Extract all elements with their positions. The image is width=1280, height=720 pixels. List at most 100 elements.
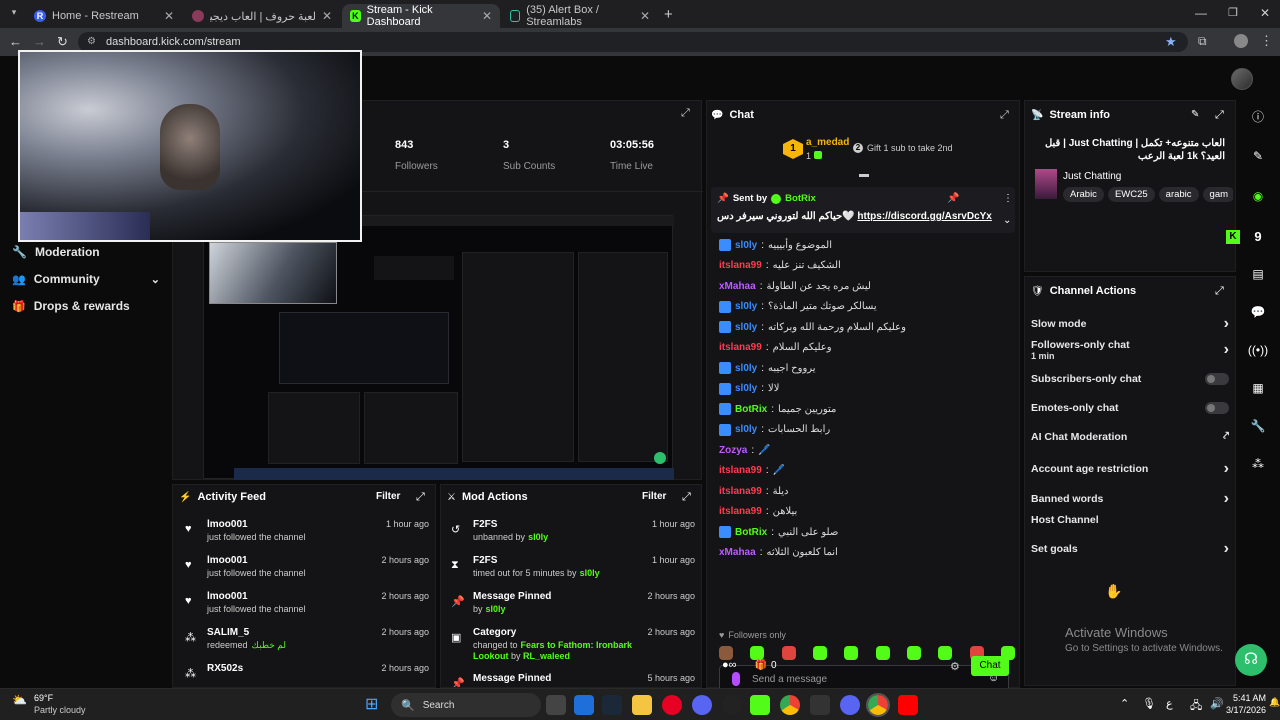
tab-letters-game[interactable]: لعبة حروف | العاب ديجيز - لعبة ت ✕ — [184, 4, 340, 28]
pencil-icon[interactable]: ✎ — [1240, 140, 1276, 172]
app-icon[interactable] — [810, 695, 830, 715]
bookmark-star-icon[interactable]: ★ — [1165, 34, 1177, 50]
clock-time[interactable]: 5:41 AM — [1226, 693, 1266, 703]
mod-filter-button[interactable]: Filter — [642, 491, 666, 502]
camera-icon[interactable]: ◉ — [1240, 180, 1276, 212]
chat-username[interactable]: xMahaa — [719, 281, 756, 292]
steam-icon[interactable] — [602, 695, 622, 715]
obs-icon[interactable] — [722, 695, 742, 715]
edit-icon[interactable]: ✎ — [1191, 109, 1199, 120]
mod-action-item[interactable]: 📌 Message Pinned by sl0ly 2 hours ago — [451, 591, 695, 627]
profile-avatar-icon[interactable] — [1234, 34, 1248, 48]
emote-icon[interactable] — [719, 646, 733, 660]
collapse-icon[interactable]: ▬ — [859, 169, 869, 180]
sidebar-item-drops[interactable]: 🎁 Drops & rewards — [12, 299, 130, 313]
taskbar-search[interactable]: 🔍 Search — [391, 693, 541, 717]
activity-item[interactable]: ♥ lmoo001 just followed the channel 1 hour … — [185, 519, 429, 555]
chat-username[interactable]: sl0ly — [735, 383, 757, 394]
tab-kick-dashboard[interactable]: K Stream - Kick Dashboard ✕ — [342, 4, 500, 28]
mic-tray-icon[interactable]: 🎙 — [1142, 697, 1156, 710]
chat-username[interactable]: sl0ly — [735, 363, 757, 374]
channel-action-item[interactable]: Followers-only chat 1 min › — [1031, 339, 1229, 361]
mod-action-target[interactable]: sl0ly — [580, 568, 600, 578]
minimize-icon[interactable]: — — [1195, 6, 1207, 20]
stream-preview-video[interactable] — [203, 215, 674, 480]
browser-app-icon[interactable] — [574, 695, 594, 715]
chevron-right-icon[interactable]: › — [1224, 341, 1229, 359]
top-gifter-name[interactable]: a_medad — [806, 137, 849, 148]
emote-icon[interactable] — [781, 646, 796, 660]
tab-restream[interactable]: R Home - Restream ✕ — [26, 4, 182, 28]
pinterest-icon[interactable] — [662, 695, 682, 715]
broadcast-icon[interactable]: ((•)) — [1240, 334, 1276, 366]
activity-user[interactable]: SALIM_5 — [207, 627, 373, 638]
mod-action-target[interactable]: sl0ly — [528, 532, 548, 542]
stream-tag[interactable]: arabic — [1158, 187, 1199, 202]
url-field[interactable]: ⚙ dashboard.kick.com/stream — [78, 32, 1188, 52]
close-icon[interactable]: ✕ — [640, 9, 650, 23]
channel-action-item[interactable]: Set goals › — [1031, 540, 1229, 558]
chevron-down-icon[interactable]: ⌄ — [1003, 215, 1011, 226]
expand-icon[interactable]: ⤢ — [1215, 109, 1224, 122]
restore-icon[interactable]: ❐ — [1228, 6, 1238, 19]
user-avatar[interactable] — [1231, 68, 1253, 90]
activity-user[interactable]: RX502s — [207, 663, 373, 674]
weather-icon[interactable]: ⛅ — [12, 693, 34, 715]
expand-icon[interactable]: ⤢ — [1215, 285, 1224, 298]
chat-username[interactable]: sl0ly — [735, 424, 757, 435]
reload-icon[interactable]: ↻ — [57, 34, 68, 50]
expand-icon[interactable]: ⤢ — [416, 491, 425, 504]
kick-app-icon[interactable] — [750, 695, 770, 715]
emote-icon[interactable] — [812, 646, 827, 660]
chat-username[interactable]: Zozya — [719, 445, 747, 456]
chat-username[interactable]: sl0ly — [735, 240, 757, 251]
extensions-icon[interactable]: ⧉ — [1198, 34, 1207, 49]
sidebar-item-community[interactable]: 👥 Community ⌄ — [12, 272, 160, 286]
chat-username[interactable]: xMahaa — [719, 547, 756, 558]
support-chat-button[interactable]: ☊ — [1235, 644, 1267, 676]
points-icon[interactable]: ●∞ — [722, 659, 737, 671]
toggle-switch[interactable] — [1205, 373, 1229, 385]
kick-alerts-icon[interactable]: 9 — [1240, 220, 1276, 252]
chat-username[interactable]: itslana99 — [719, 342, 762, 353]
discord-icon-2[interactable] — [840, 695, 860, 715]
channel-action-item[interactable]: Emotes-only chat — [1031, 402, 1229, 414]
mod-action-item[interactable]: ↺ F2FS unbanned by sl0ly 1 hour ago — [451, 519, 695, 555]
activity-user[interactable]: lmoo001 — [207, 591, 373, 602]
chat-username[interactable]: itslana99 — [719, 465, 762, 476]
mod-action-item[interactable]: ▣ Category changed to Fears to Fathom: Iron… — [451, 627, 695, 673]
activity-filter-button[interactable]: Filter — [376, 491, 400, 502]
youtube-icon[interactable] — [898, 695, 918, 715]
windows-start-icon[interactable]: ⊞ — [365, 695, 385, 715]
channel-action-item[interactable]: Banned words › — [1031, 490, 1229, 508]
channel-action-item[interactable]: Slow mode › — [1031, 315, 1229, 333]
mic-icon[interactable] — [732, 672, 740, 686]
chat-username[interactable]: sl0ly — [735, 322, 757, 333]
notification-icon[interactable]: 🔔 — [1269, 697, 1280, 708]
activity-user[interactable]: lmoo001 — [207, 519, 378, 530]
apps-icon[interactable]: ⁂ — [1240, 448, 1276, 480]
emote-icon[interactable] — [844, 646, 859, 660]
stream-tag[interactable]: gam — [1202, 187, 1233, 202]
tray-chevron-icon[interactable]: ⌃ — [1120, 697, 1129, 710]
sidebar-item-moderation[interactable]: 🔧 Moderation — [12, 245, 100, 259]
chevron-right-icon[interactable]: › — [1224, 540, 1229, 558]
chrome-active-icon[interactable] — [866, 693, 890, 717]
chat-username[interactable]: sl0ly — [735, 301, 757, 312]
notes-icon[interactable]: ▤ — [1240, 258, 1276, 290]
clock-date[interactable]: 3/17/2026 — [1220, 705, 1266, 715]
emote-icon[interactable] — [875, 646, 890, 660]
gift-box-icon[interactable]: 🎁 — [755, 660, 767, 671]
close-icon[interactable]: ✕ — [482, 9, 492, 23]
tab-streamlabs[interactable]: (35) Alert Box / Streamlabs ✕ — [502, 4, 658, 28]
send-chat-button[interactable]: Chat — [971, 656, 1009, 676]
close-icon[interactable]: ✕ — [322, 9, 332, 23]
layout-icon[interactable]: ▦ — [1240, 372, 1276, 404]
unpin-icon[interactable]: 📌 — [947, 193, 959, 204]
chat-bubble-icon[interactable]: 💬 — [1240, 296, 1276, 328]
mod-action-target[interactable]: sl0ly — [486, 604, 506, 614]
toggle-switch[interactable] — [1205, 402, 1229, 414]
activity-item[interactable]: ♥ lmoo001 just followed the channel 2 hours… — [185, 555, 429, 591]
channel-action-item[interactable]: Subscribers-only chat — [1031, 373, 1229, 385]
emote-icon[interactable] — [938, 646, 953, 660]
